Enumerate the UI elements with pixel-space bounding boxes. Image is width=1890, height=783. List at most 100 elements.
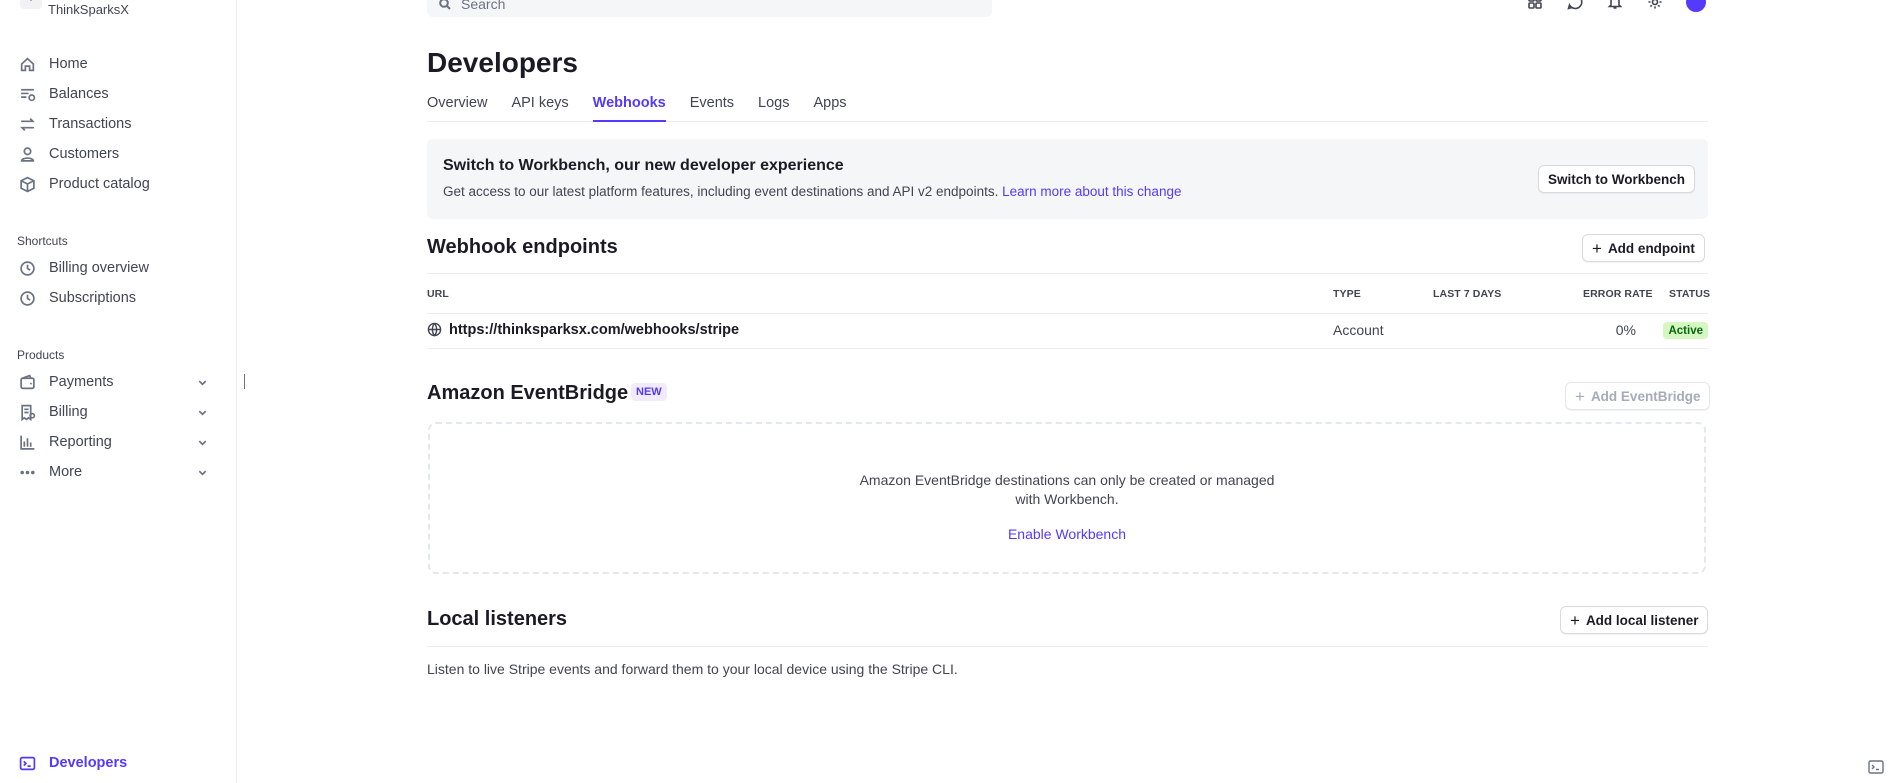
help-icon[interactable]: [1566, 0, 1584, 11]
sidebar-item-label: Home: [49, 56, 88, 72]
sidebar-item-label: Payments: [49, 374, 114, 390]
eventbridge-message: Amazon EventBridge destinations can only…: [430, 471, 1704, 509]
local-listeners-description: Listen to live Stripe events and forward…: [427, 661, 958, 677]
endpoint-type: Account: [1333, 322, 1384, 338]
eventbridge-message-line-2: with Workbench.: [1015, 491, 1119, 507]
column-header-status: STATUS: [1669, 288, 1711, 300]
workbench-banner: Switch to Workbench, our new developer e…: [427, 139, 1708, 219]
tab-events[interactable]: Events: [690, 93, 734, 122]
gear-icon[interactable]: [1646, 0, 1664, 11]
add-eventbridge-button: + Add EventBridge: [1565, 382, 1711, 410]
sidebar-item-more[interactable]: More: [18, 459, 218, 485]
sidebar-item-label: Reporting: [49, 434, 112, 450]
switch-to-workbench-button[interactable]: Switch to Workbench: [1538, 165, 1696, 193]
search-placeholder: Search: [461, 0, 506, 12]
sidebar-item-label: Billing overview: [49, 260, 149, 276]
account-switcher[interactable]: T ThinkSparksX: [20, 0, 220, 17]
add-endpoint-button[interactable]: + Add endpoint: [1582, 234, 1705, 262]
sidebar-item-label: Developers: [49, 755, 128, 771]
globe-icon: [427, 322, 442, 337]
sidebar-item-label: Balances: [49, 86, 109, 102]
enable-workbench-link[interactable]: Enable Workbench: [430, 526, 1704, 542]
tab-bar: Overview API keys Webhooks Events Logs A…: [427, 93, 1708, 122]
column-header-type: TYPE: [1333, 288, 1361, 300]
divider: [427, 646, 1708, 647]
sidebar-item-label: Transactions: [49, 116, 132, 132]
chevron-down-icon[interactable]: [197, 376, 208, 392]
chevron-down-icon: [202, 0, 212, 5]
tab-overview[interactable]: Overview: [427, 93, 487, 122]
webhook-endpoints-title: Webhook endpoints: [427, 236, 618, 258]
endpoint-url[interactable]: https://thinksparksx.com/webhooks/stripe: [449, 322, 739, 338]
sidebar-item-label: Billing: [49, 404, 88, 420]
plus-icon: +: [1592, 238, 1602, 258]
column-header-url: URL: [427, 288, 449, 300]
clock-icon: [18, 289, 37, 308]
avatar[interactable]: [1686, 0, 1706, 12]
bar-chart-icon: [18, 433, 37, 452]
terminal-icon[interactable]: [1868, 760, 1884, 774]
eventbridge-empty-state: Amazon EventBridge destinations can only…: [428, 422, 1706, 574]
account-name: ThinkSparksX: [48, 1, 129, 17]
divider: [427, 273, 1708, 274]
sidebar-item-balances[interactable]: Balances: [18, 81, 218, 107]
sidebar-item-label: More: [49, 464, 83, 480]
sidebar-item-label: Subscriptions: [49, 290, 137, 306]
add-eventbridge-label: Add EventBridge: [1590, 388, 1701, 404]
tab-logs[interactable]: Logs: [758, 93, 789, 122]
sidebar-item-product-catalog[interactable]: Product catalog: [18, 171, 218, 197]
chevron-down-icon[interactable]: [197, 436, 208, 452]
home-icon: [18, 55, 37, 74]
sidebar-item-subscriptions[interactable]: Subscriptions: [18, 285, 218, 311]
sidebar-item-reporting[interactable]: Reporting: [18, 429, 218, 455]
eventbridge-title: Amazon EventBridge: [427, 382, 629, 404]
banner-text: Get access to our latest platform featur…: [443, 184, 1181, 199]
endpoint-error-rate: 0%: [1615, 322, 1636, 338]
add-local-listener-button[interactable]: + Add local listener: [1560, 606, 1709, 634]
top-toolbar: [1526, 0, 1706, 12]
banner-title: Switch to Workbench, our new developer e…: [443, 157, 844, 174]
sidebar-item-payments[interactable]: Payments: [18, 369, 218, 395]
chevron-down-icon[interactable]: [197, 466, 208, 482]
terminal-icon: [18, 754, 37, 773]
sidebar: T ThinkSparksX Home Balances Transaction…: [0, 0, 237, 783]
sidebar-item-label: Product catalog: [49, 176, 150, 192]
wallet-icon: [18, 373, 37, 392]
page-title: Developers: [427, 47, 578, 78]
sidebar-item-home[interactable]: Home: [18, 51, 218, 77]
add-local-listener-label: Add local listener: [1585, 612, 1699, 628]
plus-icon: +: [1575, 386, 1585, 406]
search-input[interactable]: Search: [427, 0, 992, 17]
sidebar-item-customers[interactable]: Customers: [18, 141, 218, 167]
add-endpoint-label: Add endpoint: [1607, 240, 1695, 256]
sidebar-item-label: Customers: [49, 146, 120, 162]
shortcuts-heading: Shortcuts: [17, 234, 68, 248]
chevron-down-icon[interactable]: [197, 406, 208, 422]
account-avatar: T: [20, 0, 42, 9]
eventbridge-message-line-1: Amazon EventBridge destinations can only…: [859, 472, 1275, 488]
learn-more-link[interactable]: Learn more about this change: [1002, 184, 1181, 199]
sidebar-item-transactions[interactable]: Transactions: [18, 111, 218, 137]
local-listeners-title: Local listeners: [427, 608, 568, 630]
tab-webhooks[interactable]: Webhooks: [592, 93, 666, 122]
plus-icon: +: [1570, 610, 1580, 630]
apps-grid-icon[interactable]: [1526, 0, 1544, 11]
bell-icon[interactable]: [1606, 0, 1624, 11]
sidebar-item-billing-overview[interactable]: Billing overview: [18, 255, 218, 281]
box-icon: [18, 175, 37, 194]
new-badge: NEW: [631, 383, 667, 401]
transactions-icon: [18, 115, 37, 134]
sidebar-item-developers[interactable]: Developers: [18, 750, 218, 776]
balances-icon: [18, 85, 37, 104]
banner-description: Get access to our latest platform featur…: [443, 184, 999, 199]
column-header-error-rate: ERROR RATE: [1583, 288, 1653, 300]
tab-api-keys[interactable]: API keys: [511, 93, 568, 122]
tab-apps[interactable]: Apps: [814, 93, 847, 122]
sidebar-item-billing[interactable]: Billing: [18, 399, 218, 425]
search-icon: [439, 0, 451, 10]
receipt-icon: [18, 403, 37, 422]
sidebar-resize-handle[interactable]: [244, 374, 245, 389]
table-row[interactable]: https://thinksparksx.com/webhooks/stripe…: [427, 314, 1708, 349]
products-heading: Products: [17, 348, 65, 362]
status-badge: Active: [1663, 322, 1708, 339]
